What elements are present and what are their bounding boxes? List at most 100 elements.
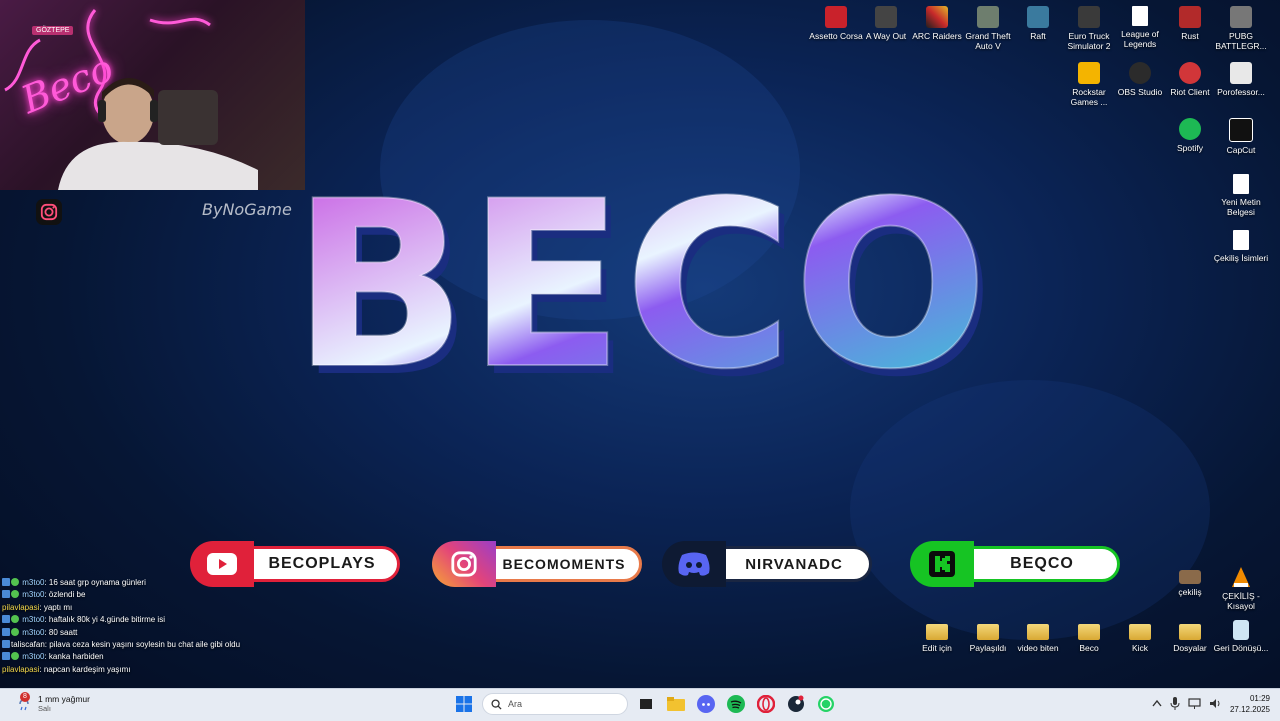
assetto-corsa-icon	[825, 6, 847, 28]
spotify-icon	[1179, 118, 1201, 140]
ets2-icon	[1078, 6, 1100, 28]
system-clock[interactable]: 01:29 27.12.2025	[1230, 693, 1270, 715]
social-handle: BEQCO	[964, 546, 1120, 582]
watermark-text: ByNoGame	[202, 200, 292, 219]
moderator-badge-icon	[2, 590, 10, 599]
chat-text: napcan kardeşim yaşımı	[43, 664, 131, 674]
desktop-icon-label: Rust	[1181, 31, 1199, 41]
porofessor-icon	[1230, 62, 1252, 84]
obs-icon	[1129, 62, 1151, 84]
chat-username[interactable]: m3to0	[22, 590, 44, 599]
vlc-icon	[1230, 566, 1252, 588]
folder-icon	[1027, 624, 1049, 640]
social-discord: NIRVANADC	[662, 540, 872, 588]
desktop-icon-label: Grand Theft Auto V	[965, 31, 1011, 51]
webcam-overlay: GÖZTEPE Beco	[0, 0, 305, 190]
chat-username[interactable]: m3to0	[22, 615, 44, 624]
network-icon[interactable]	[1188, 697, 1201, 711]
desktop-icon-label: A Way Out	[865, 31, 907, 41]
desktop-icon-label: Riot Client	[1170, 87, 1210, 97]
task-view-button[interactable]	[634, 692, 658, 716]
desktop-icon-label: Porofessor...	[1217, 87, 1265, 97]
start-button[interactable]	[452, 692, 476, 716]
chat-message: m3to0: 80 saatt	[2, 627, 332, 639]
spotify-taskbar-button[interactable]	[724, 692, 748, 716]
discord-icon	[662, 541, 726, 587]
search-placeholder: Ara	[508, 699, 523, 709]
chat-username[interactable]: m3to0	[22, 628, 44, 637]
taskbar-apps: Ara	[452, 692, 838, 716]
lol-doc-icon	[1132, 6, 1148, 26]
opera-taskbar-button[interactable]	[754, 692, 778, 716]
moderator-badge-icon	[2, 652, 10, 661]
moderator-badge-icon	[2, 615, 10, 624]
desktop-icon-label: Euro Truck Simulator 2	[1067, 31, 1111, 51]
instagram-icon	[432, 541, 496, 587]
chat-username[interactable]: m3to0	[22, 578, 44, 587]
desktop-icon-label: PUBG BATTLEGR...	[1215, 31, 1267, 51]
rain-icon: 8	[16, 691, 32, 712]
subscriber-badge-icon	[11, 578, 19, 586]
task-view-icon	[640, 699, 652, 709]
chat-username[interactable]: pilavlapasi	[2, 665, 39, 674]
chat-username[interactable]: pilavlapasi	[2, 603, 39, 612]
background-texture	[850, 380, 1210, 640]
rust-icon	[1179, 6, 1201, 28]
pubg-icon	[1230, 6, 1252, 28]
volume-icon[interactable]	[1209, 698, 1222, 711]
gta-v-icon	[977, 6, 999, 28]
text-document-icon	[1233, 230, 1249, 250]
chat-message: m3to0: kanka harbiden	[2, 651, 332, 663]
desktop-icon-label: CapCut	[1226, 145, 1256, 155]
chevron-up-icon[interactable]	[1152, 699, 1162, 709]
microphone-icon[interactable]	[1170, 696, 1180, 712]
social-kick: BEQCO	[910, 540, 1120, 588]
chat-text: yaptı mı	[43, 602, 73, 612]
steam-taskbar-button[interactable]	[784, 692, 808, 716]
chat-message: taliscafan: pilava ceza kesin yaşını soy…	[2, 639, 332, 651]
folder-icon	[1179, 624, 1201, 640]
opera-icon	[757, 695, 775, 713]
rockstar-icon	[1078, 62, 1100, 84]
chat-message: m3to0: özlendi be	[2, 589, 332, 601]
desktop-icon-pubg[interactable]: PUBG BATTLEGR...	[1211, 6, 1271, 51]
file-explorer-button[interactable]	[664, 692, 688, 716]
desktop-icon-label: Spotify	[1177, 143, 1203, 153]
desktop-icon-yeni-metin[interactable]: Yeni Metin Belgesi	[1211, 174, 1271, 217]
youtube-icon	[190, 541, 254, 587]
stream-chat: m3to0: 16 saat grp oynama günleri m3to0:…	[2, 577, 332, 676]
chat-text: kanka harbiden	[48, 652, 104, 662]
moderator-badge-icon	[2, 578, 10, 586]
chat-username[interactable]: m3to0	[22, 652, 44, 661]
logo-text: BECO	[292, 170, 989, 400]
chat-username[interactable]: taliscafan	[11, 640, 45, 649]
system-tray: 01:29 27.12.2025	[1152, 693, 1270, 715]
image-file-icon	[1179, 570, 1201, 584]
discord-taskbar-button[interactable]	[694, 692, 718, 716]
desktop-icon-cekilis-shortcut[interactable]: ÇEKİLİŞ - Kısayol	[1211, 566, 1271, 611]
desktop-icon-cekilis-isimleri[interactable]: Çekiliş İsimleri	[1211, 230, 1271, 263]
subscriber-badge-icon	[11, 590, 19, 599]
chat-message: pilavlapasi: napcan kardeşim yaşımı	[2, 664, 131, 674]
chat-text: özlendi be	[48, 590, 86, 600]
folder-icon	[1078, 624, 1100, 640]
file-explorer-icon	[667, 697, 685, 711]
social-instagram: BECOMOMENTS	[432, 540, 642, 588]
desktop-icon-label: ÇEKİLİŞ - Kısayol	[1222, 591, 1260, 611]
taskbar-search[interactable]: Ara	[482, 693, 628, 715]
windows-icon	[456, 696, 472, 712]
weather-day: Salı	[38, 704, 51, 713]
desktop-icon-recycle-bin[interactable]: Geri Dönüşü...	[1211, 620, 1271, 653]
desktop-icon-capcut[interactable]: CapCut	[1211, 118, 1271, 155]
desktop-icon-label: Edit için	[922, 643, 952, 653]
weather-widget[interactable]: 8 1 mm yağmur Salı	[16, 691, 90, 713]
riot-icon	[1179, 62, 1201, 84]
desktop-icon-label: Beco	[1079, 643, 1099, 653]
taskbar: 8 1 mm yağmur Salı Ara 01:29 27.12.2025	[0, 688, 1280, 721]
social-handle: BECOMOMENTS	[486, 546, 642, 582]
discord-icon	[697, 695, 715, 713]
whatsapp-taskbar-button[interactable]	[814, 692, 838, 716]
desktop-icon-label: Çekiliş İsimleri	[1213, 253, 1269, 263]
desktop-icon-porofessor[interactable]: Porofessor...	[1211, 62, 1271, 97]
desktop-icon-label: OBS Studio	[1117, 87, 1163, 97]
